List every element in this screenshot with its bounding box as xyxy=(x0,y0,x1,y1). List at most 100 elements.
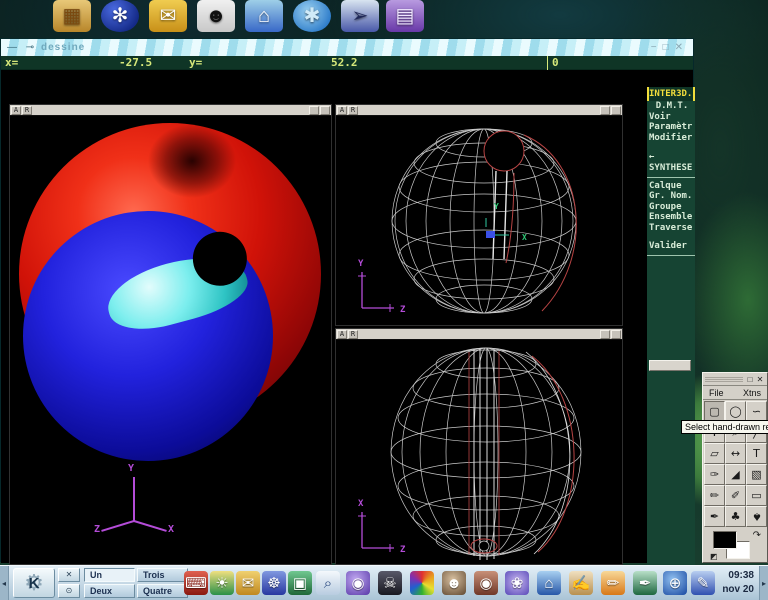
launcher-find-doc[interactable]: ⌕ xyxy=(316,571,340,595)
viewport-wire-front-titlebar[interactable]: A R xyxy=(336,105,622,116)
titlebar-grip[interactable] xyxy=(705,376,743,383)
window-maximize-control[interactable]: □ xyxy=(663,42,669,53)
foreground-color-swatch[interactable] xyxy=(713,531,737,549)
viewport-wire-front[interactable]: A R xyxy=(335,104,623,326)
gimp-xtns-menu[interactable]: Xtns xyxy=(743,388,761,398)
viewport-r-button[interactable]: R xyxy=(348,330,358,339)
tool-pencil[interactable]: ✏ xyxy=(704,485,725,506)
viewport-r-button[interactable]: R xyxy=(348,106,358,115)
viewport-a-button[interactable]: A xyxy=(337,106,347,115)
tool-ink[interactable]: ✒ xyxy=(704,506,725,527)
tool-clone[interactable]: ♣ xyxy=(725,506,746,527)
launcher-globe-dart[interactable]: ⊕ xyxy=(663,571,687,595)
pager-desktop-deux[interactable]: Deux xyxy=(84,584,135,598)
viewport-shaded[interactable]: A R Y X Z xyxy=(9,104,332,565)
menu-item-parametr[interactable]: Paramètr xyxy=(647,122,695,133)
menu-back-arrow[interactable]: ← xyxy=(647,151,695,163)
swap-colors-icon[interactable]: ↷ xyxy=(753,530,761,541)
viewport-wire-top-titlebar[interactable]: A R xyxy=(336,329,622,340)
tool-rect-select[interactable]: ▢ xyxy=(704,401,725,422)
viewport-wire-top-canvas[interactable]: X Z xyxy=(336,340,622,564)
panel-hide-left-arrow[interactable]: ◂ xyxy=(0,566,9,600)
panel-hide-right-arrow[interactable]: ▸ xyxy=(759,566,768,600)
desktop-icon-package[interactable]: ▦ xyxy=(53,0,91,32)
gimp-maximize-button[interactable]: □ xyxy=(745,375,755,384)
tool-text[interactable]: T xyxy=(746,443,767,464)
tool-flip[interactable]: ↔ xyxy=(725,443,746,464)
default-colors-icon[interactable]: ◩ xyxy=(710,552,718,561)
launcher-inter3d[interactable]: ☠ xyxy=(378,571,402,595)
launcher-quill[interactable]: ✒ xyxy=(633,571,657,595)
viewport-a-button[interactable]: A xyxy=(337,330,347,339)
window-minimize-button[interactable]: — xyxy=(5,42,19,53)
launcher-signature[interactable]: ✍ xyxy=(569,571,593,595)
desktop-icon-penguin[interactable]: ☻ xyxy=(197,0,235,32)
launcher-flower[interactable]: ❀ xyxy=(505,571,529,595)
window-titlebar[interactable]: — ⊸ dessine − □ ✕ xyxy=(1,39,693,56)
desktop-icon-rocket-pen[interactable]: ➢ xyxy=(341,0,379,32)
tool-ellipse-select[interactable]: ◯ xyxy=(725,401,746,422)
tool-bucket-fill[interactable]: ◢ xyxy=(725,464,746,485)
window-minimize-control[interactable]: − xyxy=(651,42,657,53)
viewport-max-button[interactable] xyxy=(320,106,330,115)
window-close-control[interactable]: ✕ xyxy=(675,42,683,53)
tool-convolve[interactable]: ♠ xyxy=(746,506,767,527)
viewport-max-button[interactable] xyxy=(611,330,621,339)
gimp-file-menu[interactable]: File xyxy=(709,388,724,398)
desktop-icon-ant[interactable]: ✱ xyxy=(293,0,331,32)
viewport-shaded-titlebar[interactable]: A R xyxy=(10,105,331,116)
launcher-package[interactable]: ▣ xyxy=(288,571,312,595)
k-menu-button[interactable]: ⚙ K xyxy=(13,568,55,598)
window-pin-icon[interactable]: ⊸ xyxy=(23,42,37,53)
menu-item-voir[interactable]: Voir xyxy=(647,112,695,123)
viewport-a-button[interactable]: A xyxy=(11,106,21,115)
menu-item-groupe[interactable]: Groupe xyxy=(647,202,695,213)
launcher-gimp[interactable]: ☻ xyxy=(442,571,466,595)
viewport-shade-button[interactable] xyxy=(600,106,610,115)
launcher-molecule[interactable]: ◉ xyxy=(346,571,370,595)
launcher-beach[interactable]: ☀ xyxy=(210,571,234,595)
tool-eraser[interactable]: ▭ xyxy=(746,485,767,506)
tool-transform[interactable]: ▱ xyxy=(704,443,725,464)
viewport-shade-button[interactable] xyxy=(600,330,610,339)
desktop-icon-mail[interactable]: ✉ xyxy=(149,0,187,32)
launcher-home-globe[interactable]: ⌂ xyxy=(537,571,561,595)
launcher-terminal[interactable]: ⌨ xyxy=(184,571,208,595)
launcher-folder-mail[interactable]: ✉ xyxy=(236,571,260,595)
viewport-shade-button[interactable] xyxy=(309,106,319,115)
viewport-wire-front-canvas[interactable]: Y X Y Z xyxy=(336,116,622,325)
tool-free-select[interactable]: ∽ xyxy=(746,401,767,422)
menu-blank-button[interactable] xyxy=(649,360,691,371)
viewport-max-button[interactable] xyxy=(611,106,621,115)
lock-screen-button[interactable]: ⊙ xyxy=(58,584,80,598)
launcher-pencil[interactable]: ✏ xyxy=(601,571,625,595)
pager-desktop-quatre[interactable]: Quatre xyxy=(137,584,188,598)
tool-color-picker[interactable]: ✑ xyxy=(704,464,725,485)
desktop-icon-notes[interactable]: ▤ xyxy=(386,0,424,32)
menu-item-traverse[interactable]: Traverse xyxy=(647,223,695,234)
menu-item-calque[interactable]: Calque xyxy=(647,181,695,192)
launcher-notes[interactable]: ✎ xyxy=(691,571,715,595)
tool-blend[interactable]: ▧ xyxy=(746,464,767,485)
launcher-portrait[interactable]: ◉ xyxy=(474,571,498,595)
viewport-r-button[interactable]: R xyxy=(22,106,32,115)
desktop-icon-home[interactable]: ⌂ xyxy=(245,0,283,32)
window-list-button[interactable]: ✕ xyxy=(58,568,80,582)
menu-item-dmt[interactable]: D.M.T. xyxy=(647,101,695,112)
gimp-titlebar[interactable]: □ ✕ xyxy=(703,373,767,386)
pager-desktop-trois[interactable]: Trois xyxy=(137,568,188,582)
pager-desktop-un[interactable]: Un xyxy=(84,568,135,582)
menu-item-ensemble[interactable]: Ensemble xyxy=(647,212,695,223)
menu-item-gr-nom[interactable]: Gr. Nom. xyxy=(647,191,695,202)
tool-paintbrush[interactable]: ✐ xyxy=(725,485,746,506)
viewport-wire-top[interactable]: A R xyxy=(335,328,623,565)
menu-item-valider[interactable]: Valider xyxy=(647,241,695,252)
desktop-icon-sphere-logo[interactable]: ✻ xyxy=(101,0,139,32)
gimp-close-button[interactable]: ✕ xyxy=(755,375,765,384)
viewport-shaded-canvas[interactable]: Y X Z xyxy=(10,116,331,564)
panel-clock[interactable]: 09:38 nov 20 xyxy=(722,569,754,597)
menu-item-modifier[interactable]: Modifier xyxy=(647,133,695,144)
launcher-help[interactable]: ☸ xyxy=(262,571,286,595)
menu-item-synthese[interactable]: SYNTHESE xyxy=(647,163,695,174)
launcher-gradient[interactable] xyxy=(410,571,434,595)
